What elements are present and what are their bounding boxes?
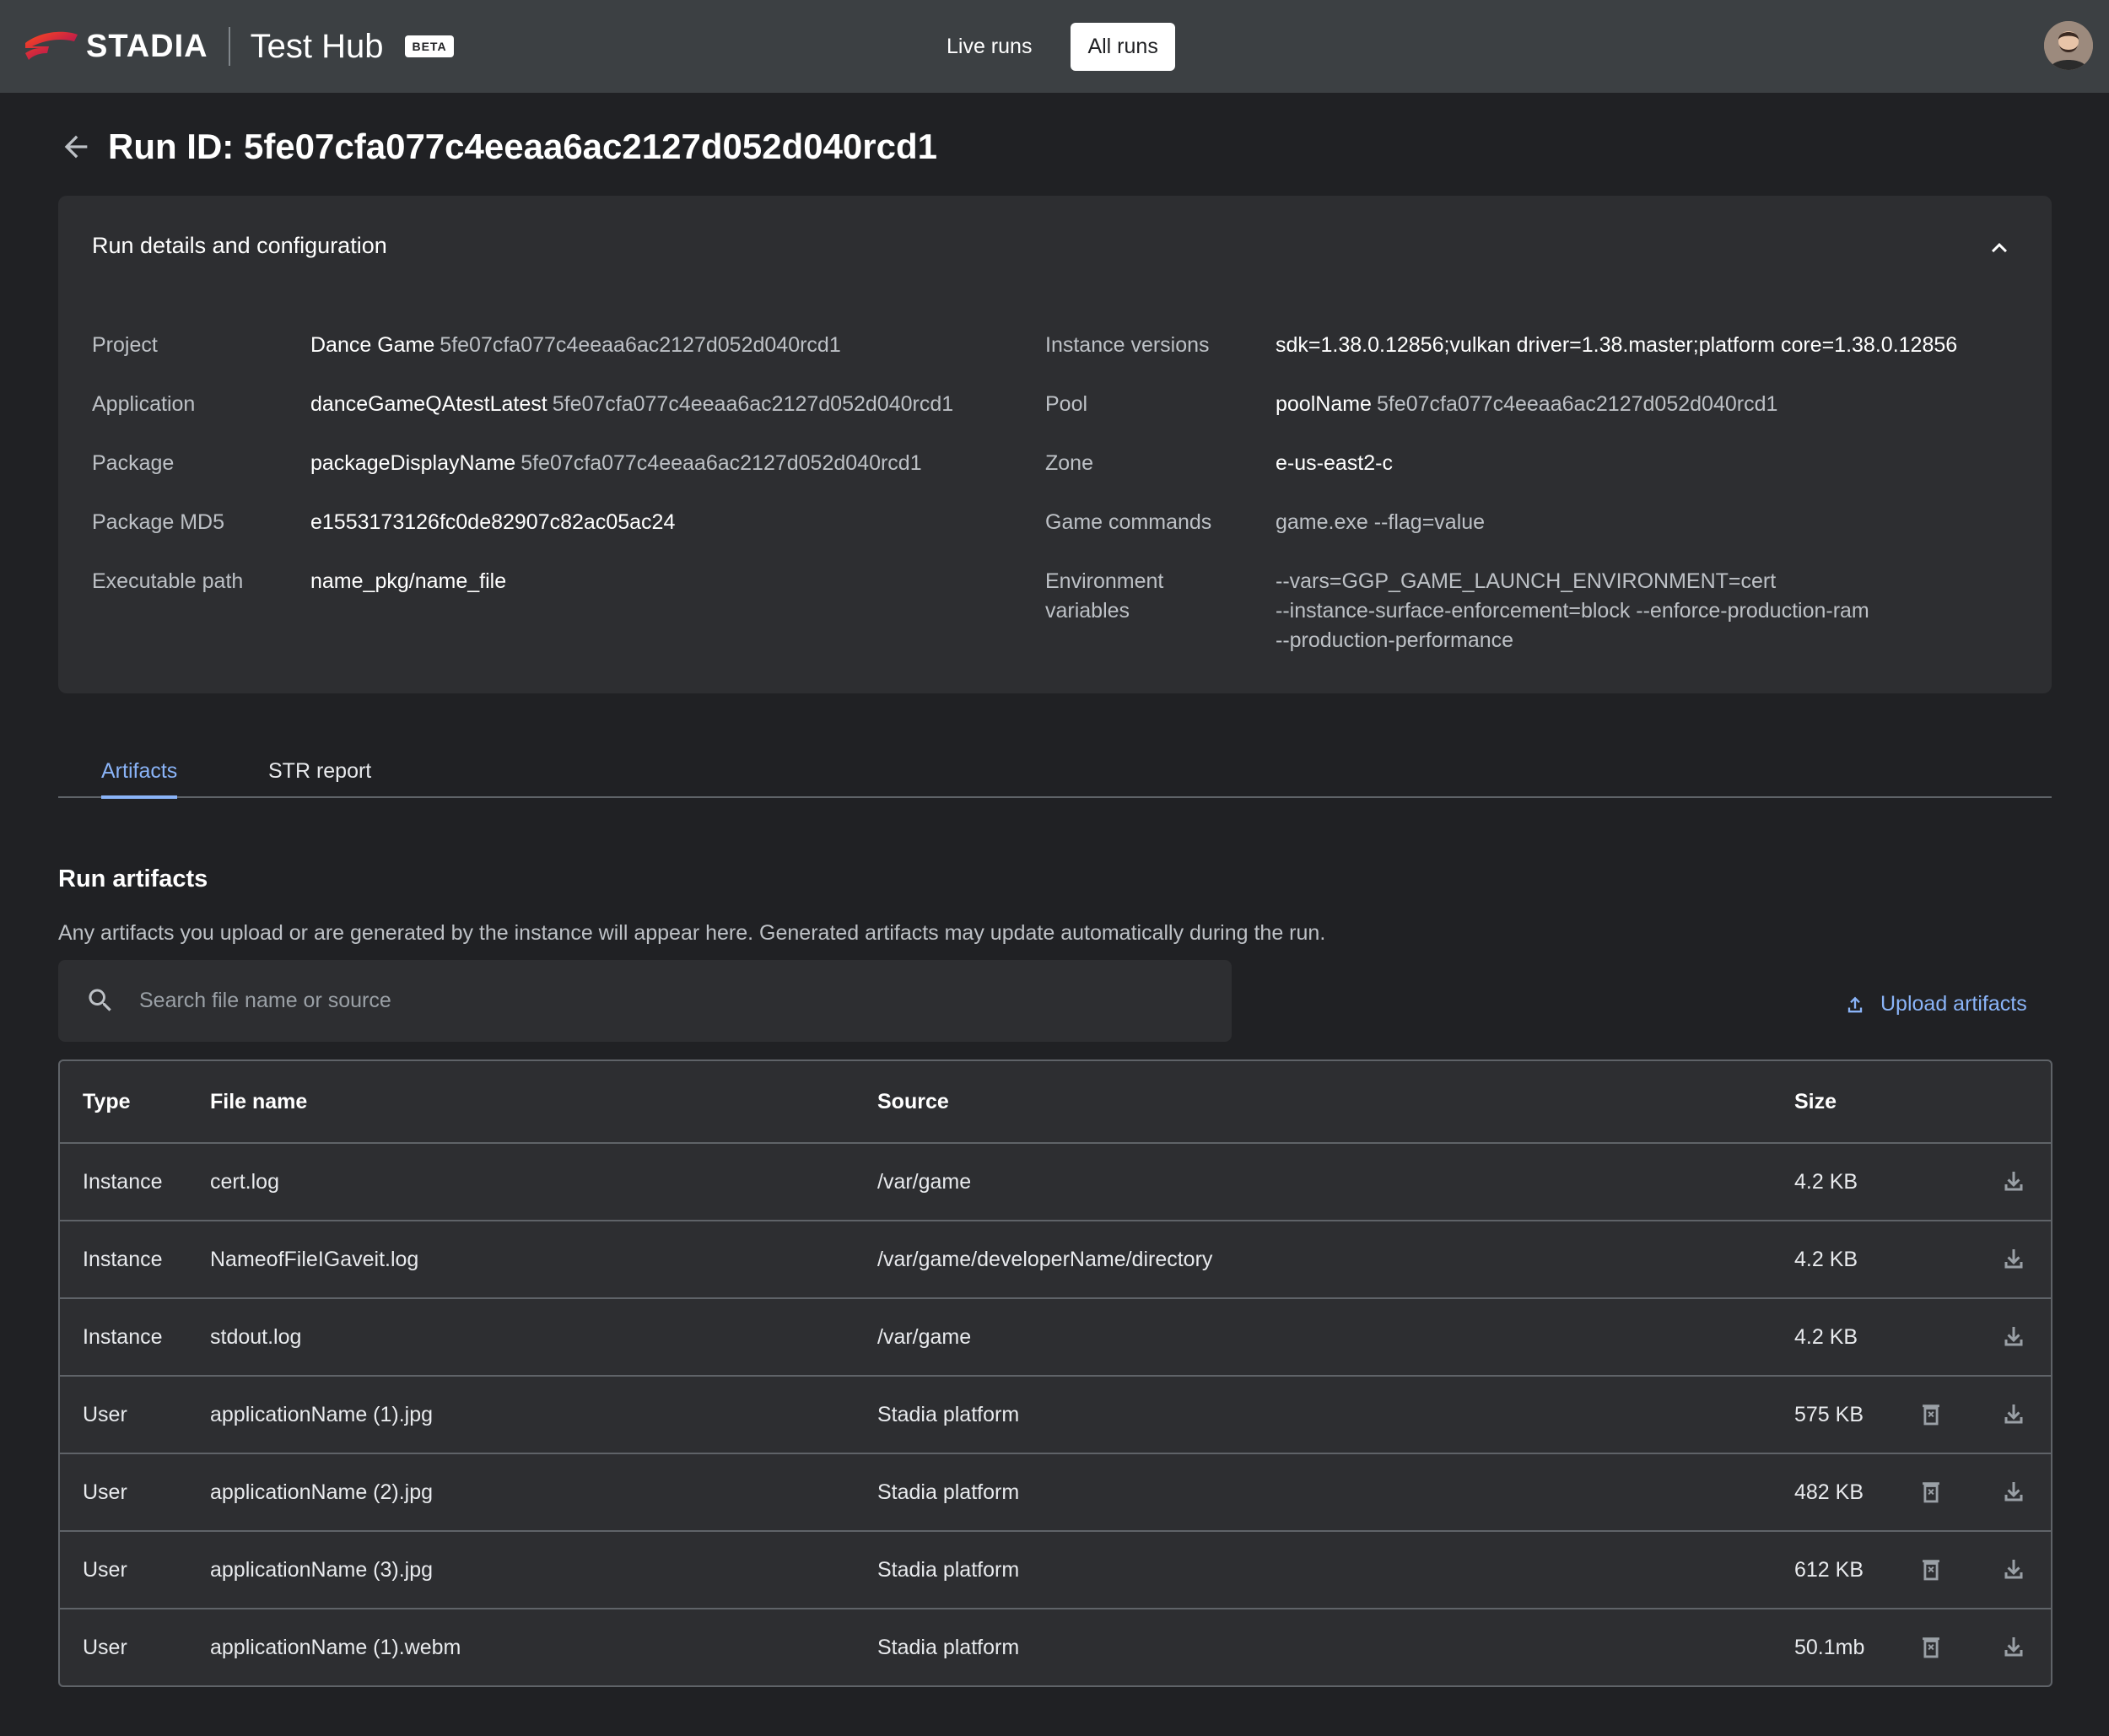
download-icon[interactable] xyxy=(1998,1399,2029,1430)
tab-str-report[interactable]: STR report xyxy=(268,759,371,795)
tab-artifacts[interactable]: Artifacts xyxy=(101,759,178,799)
avatar-image-icon xyxy=(2044,21,2093,70)
cell-type: Instance xyxy=(83,1169,163,1194)
column-header-file-name[interactable]: File name xyxy=(210,1061,307,1142)
cell-source: /var/game xyxy=(877,1169,972,1194)
cell-file-name[interactable]: NameofFileIGaveit.log xyxy=(210,1221,418,1297)
column-header-source[interactable]: Source xyxy=(877,1061,949,1142)
column-header-type[interactable]: Type xyxy=(83,1061,131,1142)
detail-package-md5: Package MD5 e1553173126fc0de82907c82ac05… xyxy=(92,510,676,534)
detail-project: Project Dance Game 5fe07cfa077c4eeaa6ac21… xyxy=(92,333,841,357)
table-row[interactable]: User applicationName (2).jpg Stadia platfo… xyxy=(60,1453,2051,1530)
avatar[interactable] xyxy=(2044,21,2093,70)
upload-artifacts-button[interactable]: Upload artifacts xyxy=(1843,992,2027,1016)
download-icon[interactable] xyxy=(1998,1167,2029,1197)
table-row[interactable]: Instance stdout.log/var/game 4.2 KB xyxy=(60,1297,2051,1375)
logo-wordmark: STADIA xyxy=(86,28,208,64)
detail-package: Package packageDisplayName 5fe07cfa077c4e… xyxy=(92,451,922,475)
section-title: Run artifacts xyxy=(58,865,208,892)
cell-source: Stadia platform xyxy=(877,1635,1020,1659)
download-icon[interactable] xyxy=(1998,1632,2029,1663)
delete-icon[interactable] xyxy=(1917,1634,1945,1663)
cell-source: /var/game xyxy=(877,1324,972,1349)
cell-size: 482 KB xyxy=(1794,1480,1864,1504)
table-row[interactable]: Instance cert.log/var/game 4.2 KB xyxy=(60,1142,2051,1220)
cell-source: Stadia platform xyxy=(877,1557,1020,1582)
table-row[interactable]: User applicationName (3).jpg Stadia platfo… xyxy=(60,1530,2051,1608)
cell-size: 50.1mb xyxy=(1794,1635,1865,1659)
nav-live-runs[interactable]: Live runs xyxy=(930,23,1049,71)
download-icon[interactable] xyxy=(1998,1477,2029,1507)
detail-pool: Pool poolName 5fe07cfa077c4eeaa6ac2127d05… xyxy=(1045,392,1778,416)
cell-type: Instance xyxy=(83,1324,163,1349)
cell-type: User xyxy=(83,1402,127,1426)
main-nav: Live runs All runs xyxy=(930,23,1175,71)
detail-executable-path: Executable path name_pkg/name_file xyxy=(92,569,507,593)
cell-source: Stadia platform xyxy=(877,1480,1020,1504)
cell-type: User xyxy=(83,1635,127,1659)
chevron-up-icon[interactable] xyxy=(1984,233,2015,263)
search-box[interactable] xyxy=(58,960,1232,1042)
cell-size: 612 KB xyxy=(1794,1557,1864,1582)
detail-application: Application danceGameQAtestLatest 5fe07cf… xyxy=(92,392,954,416)
logo-divider xyxy=(228,27,230,66)
beta-badge: BETA xyxy=(405,35,454,57)
delete-icon[interactable] xyxy=(1917,1479,1945,1507)
search-input[interactable] xyxy=(139,982,1202,1019)
cell-file-name[interactable]: applicationName (3).jpg xyxy=(210,1532,433,1608)
artifacts-table: Type File name Source Size Instance cert.… xyxy=(58,1059,2052,1687)
section-description: Any artifacts you upload or are generate… xyxy=(58,921,1326,945)
cell-file-name[interactable]: cert.log xyxy=(210,1144,279,1220)
download-icon[interactable] xyxy=(1998,1322,2029,1352)
delete-icon[interactable] xyxy=(1917,1401,1945,1430)
detail-zone: Zone e-us-east2-c xyxy=(1045,451,1393,475)
upload-icon xyxy=(1847,996,1863,1012)
run-details-title: Run details and configuration xyxy=(92,233,387,258)
nav-all-runs[interactable]: All runs xyxy=(1071,23,1175,71)
table-row[interactable]: Instance NameofFileIGaveit.log/var/game/d… xyxy=(60,1220,2051,1297)
cell-type: User xyxy=(83,1480,127,1504)
page-header: Run ID: 5fe07cfa077c4eeaa6ac2127d052d040… xyxy=(59,127,937,167)
download-icon[interactable] xyxy=(1998,1555,2029,1585)
app-name: Test Hub xyxy=(250,27,384,65)
download-icon[interactable] xyxy=(1998,1244,2029,1275)
cell-file-name[interactable]: applicationName (1).webm xyxy=(210,1609,461,1685)
cell-size: 4.2 KB xyxy=(1794,1324,1858,1349)
cell-file-name[interactable]: applicationName (1).jpg xyxy=(210,1377,433,1453)
upload-artifacts-label: Upload artifacts xyxy=(1880,992,2027,1016)
cell-source: Stadia platform xyxy=(877,1402,1020,1426)
search-icon xyxy=(89,989,111,1011)
cell-type: Instance xyxy=(83,1247,163,1271)
detail-environment-variables: Environment variables --vars=GGP_GAME_LA… xyxy=(1045,569,1869,652)
run-details-panel: Run details and configuration Project Da… xyxy=(58,196,2052,693)
delete-icon[interactable] xyxy=(1917,1556,1945,1585)
cell-type: User xyxy=(83,1557,127,1582)
back-arrow-icon[interactable] xyxy=(59,130,93,164)
top-bar: STADIA Test Hub BETA Live runs All runs xyxy=(0,0,2109,93)
cell-size: 4.2 KB xyxy=(1794,1247,1858,1271)
detail-instance-versions: Instance versions sdk=1.38.0.12856;vulka… xyxy=(1045,333,1958,357)
table-row[interactable]: User applicationName (1).jpg Stadia platfo… xyxy=(60,1375,2051,1453)
table-row[interactable]: User applicationName (1).webm Stadia platf… xyxy=(60,1608,2051,1685)
detail-game-commands: Game commands game.exe --flag=value xyxy=(1045,510,1486,534)
table-body: Instance cert.log/var/game 4.2 KB Instance N… xyxy=(60,1142,2051,1685)
stadia-logo-icon xyxy=(25,31,78,60)
cell-file-name[interactable]: applicationName (2).jpg xyxy=(210,1454,433,1530)
cell-size: 575 KB xyxy=(1794,1402,1864,1426)
page-title: Run ID: 5fe07cfa077c4eeaa6ac2127d052d040… xyxy=(108,127,938,166)
tab-bar: Artifacts STR report xyxy=(58,759,2052,799)
stadia-logo[interactable]: STADIA Test Hub BETA xyxy=(24,27,454,66)
column-header-size[interactable]: Size xyxy=(1794,1061,1837,1142)
table-header: Type File name Source Size xyxy=(60,1061,2051,1142)
cell-source: /var/game/developerName/directory xyxy=(877,1247,1213,1271)
cell-file-name[interactable]: stdout.log xyxy=(210,1299,301,1375)
cell-size: 4.2 KB xyxy=(1794,1169,1858,1194)
